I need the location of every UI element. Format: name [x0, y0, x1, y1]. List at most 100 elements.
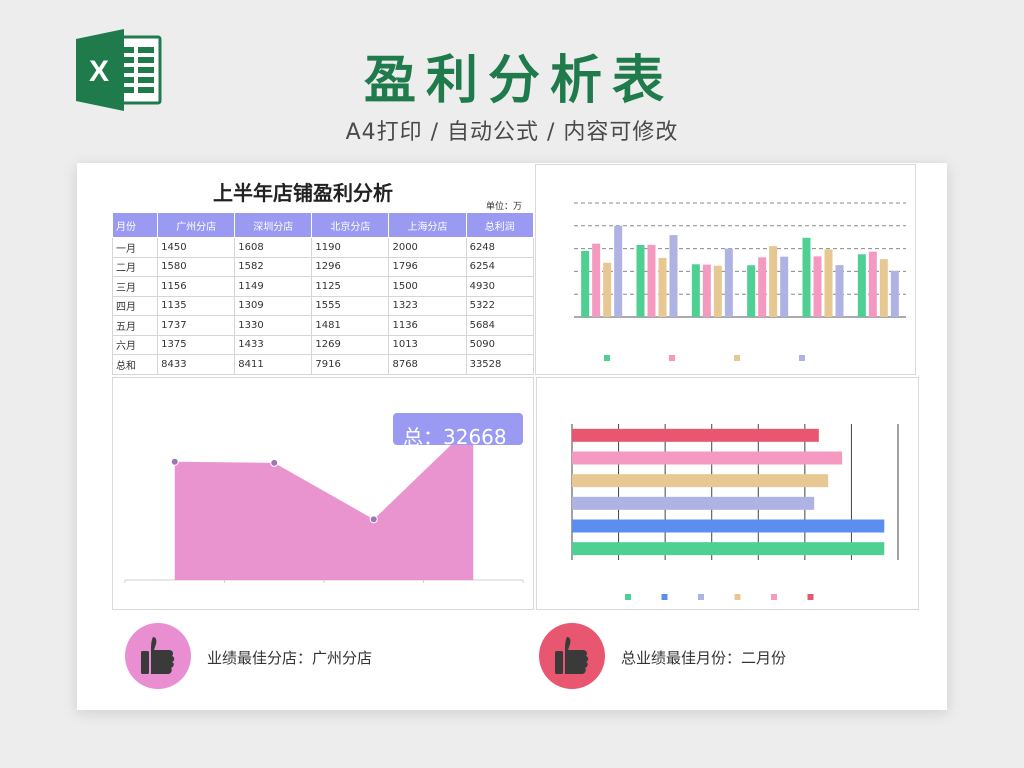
table-cell[interactable]: 8411: [234, 354, 313, 375]
table-cell[interactable]: 1125: [311, 276, 390, 297]
bar: [572, 542, 885, 556]
bar: [857, 254, 866, 317]
legend-swatch: [771, 594, 777, 600]
table-cell[interactable]: 1796: [388, 256, 467, 277]
table-cell[interactable]: 1323: [388, 295, 467, 316]
report-sheet: 上半年店铺盈利分析 单位：万 月份 广州分店 深圳分店 北京分店 上海分店 总利…: [77, 163, 947, 710]
best-month-text: 总业绩最佳月份：二月份: [621, 649, 787, 667]
table-cell[interactable]: 四月: [111, 295, 159, 316]
bar: [890, 270, 899, 317]
unit-label: 单位：万: [485, 202, 522, 212]
bar: [747, 265, 756, 317]
table-cell[interactable]: 1013: [388, 334, 467, 355]
table-cell[interactable]: 1737: [157, 315, 236, 336]
table-cell[interactable]: 1608: [234, 237, 313, 258]
hbar-chart-svg: [571, 424, 899, 600]
table-row: 二月 1580 1582 1296 1796 6254: [111, 256, 535, 277]
table-cell[interactable]: 1500: [388, 276, 467, 297]
data-point: [369, 515, 378, 524]
table-cell[interactable]: 二月: [111, 256, 159, 277]
column-header[interactable]: 上海分店: [388, 212, 467, 238]
bar: [647, 244, 656, 317]
table-cell[interactable]: 1481: [311, 315, 390, 336]
column-header[interactable]: 总利润: [465, 212, 535, 238]
table-cell[interactable]: 1309: [234, 295, 313, 316]
legend-swatch: [669, 355, 675, 361]
table-cell[interactable]: 8433: [157, 354, 236, 375]
profit-table: 月份 广州分店 深圳分店 北京分店 上海分店 总利润 一月 1450 1608 119…: [111, 212, 535, 375]
best-store-text: 业绩最佳分店：广州分店: [207, 649, 373, 667]
legend-swatch: [799, 355, 805, 361]
bar: [658, 257, 667, 317]
table-cell[interactable]: 总和: [111, 354, 159, 375]
store-bar-chart: [535, 164, 916, 375]
table-cell[interactable]: 1330: [234, 315, 313, 336]
column-header[interactable]: 广州分店: [157, 212, 236, 238]
table-cell[interactable]: 33528: [465, 354, 535, 375]
table-cell[interactable]: 6254: [465, 256, 535, 277]
table-cell[interactable]: 1582: [234, 256, 313, 277]
data-point: [170, 457, 179, 466]
table-cell[interactable]: 六月: [111, 334, 159, 355]
bar: [713, 265, 722, 317]
area-series: [174, 423, 474, 580]
column-header[interactable]: 月份: [111, 212, 159, 238]
bar: [581, 250, 590, 317]
table-cell[interactable]: 1149: [234, 276, 313, 297]
table-cell[interactable]: 1375: [157, 334, 236, 355]
bar: [572, 428, 819, 442]
table-cell[interactable]: 1269: [311, 334, 390, 355]
bar: [724, 248, 733, 317]
table-cell[interactable]: 1555: [311, 295, 390, 316]
bar: [835, 265, 844, 317]
table-cell[interactable]: 1190: [311, 237, 390, 258]
table-cell[interactable]: 2000: [388, 237, 467, 258]
legend-swatch: [698, 594, 704, 600]
bar: [813, 256, 822, 317]
table-cell[interactable]: 一月: [111, 237, 159, 258]
bar: [592, 243, 601, 317]
bar: [824, 249, 833, 317]
page-subtitle: A4打印 / 自动公式 / 内容可修改: [345, 120, 679, 145]
column-header[interactable]: 北京分店: [311, 212, 390, 238]
legend-swatch: [734, 594, 741, 600]
table-cell[interactable]: 1450: [157, 237, 236, 258]
legend-swatch: [661, 594, 668, 600]
data-point: [270, 458, 279, 467]
table-cell[interactable]: 6248: [465, 237, 535, 258]
bar: [572, 451, 843, 465]
table-cell[interactable]: 1156: [157, 276, 236, 297]
table-cell[interactable]: 5090: [465, 334, 535, 355]
bar: [572, 474, 829, 488]
table-cell[interactable]: 1433: [234, 334, 313, 355]
bar: [603, 262, 612, 317]
bar: [769, 246, 778, 317]
table-title: 上半年店铺盈利分析: [213, 181, 393, 205]
horizontal-bar-chart: [536, 377, 919, 610]
bar-chart-svg: [574, 202, 906, 361]
table-cell[interactable]: 4930: [465, 276, 535, 297]
table-cell[interactable]: 8768: [388, 354, 467, 375]
table-cell[interactable]: 三月: [111, 276, 159, 297]
table-cell[interactable]: 1580: [157, 256, 236, 277]
bar: [802, 237, 811, 317]
column-header[interactable]: 深圳分店: [234, 212, 313, 238]
bar: [702, 264, 711, 317]
bar: [879, 259, 888, 317]
table-row: 一月 1450 1608 1190 2000 6248: [111, 237, 535, 258]
bar: [572, 496, 815, 510]
table-row: 四月 1135 1309 1555 1323 5322: [111, 295, 535, 316]
legend-swatch: [734, 355, 740, 361]
bar: [780, 256, 789, 317]
table-cell[interactable]: 5322: [465, 295, 535, 316]
table-cell[interactable]: 5684: [465, 315, 535, 336]
bar: [636, 244, 645, 317]
table-row: 总和 8433 8411 7916 8768 33528: [111, 354, 535, 375]
table-cell[interactable]: 1135: [157, 295, 236, 316]
table-cell[interactable]: 7916: [311, 354, 390, 375]
table-cell[interactable]: 五月: [111, 315, 159, 336]
total-callout: 总：32668: [393, 413, 523, 445]
table-cell[interactable]: 1296: [311, 256, 390, 277]
bar: [758, 257, 767, 317]
table-cell[interactable]: 1136: [388, 315, 467, 336]
